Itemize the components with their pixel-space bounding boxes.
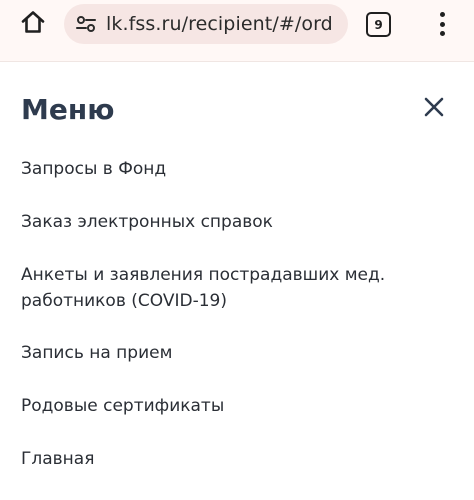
close-icon [423, 96, 445, 122]
menu-title: Меню [21, 93, 115, 126]
menu-item-certificates-order[interactable]: Заказ электронных справок [21, 209, 421, 235]
tune-icon[interactable] [74, 12, 98, 36]
menu-item-birth-certificates[interactable]: Родовые сертификаты [21, 393, 421, 419]
browser-toolbar: lk.fss.ru/recipient/#/ord 9 [0, 0, 474, 62]
more-vert-icon-dot [439, 21, 445, 27]
more-menu-button[interactable] [430, 10, 454, 38]
menu-item-covid-forms[interactable]: Анкеты и заявления пострадавших мед. раб… [21, 262, 421, 314]
url-text[interactable]: lk.fss.ru/recipient/#/ord [106, 13, 333, 35]
tab-count: 9 [374, 17, 383, 32]
menu-item-requests[interactable]: Запросы в Фонд [21, 156, 421, 182]
more-vert-icon-dot [439, 12, 445, 17]
address-bar[interactable]: lk.fss.ru/recipient/#/ord [64, 4, 348, 44]
home-icon [20, 9, 46, 39]
home-button[interactable] [18, 9, 48, 39]
close-menu-button[interactable] [421, 96, 447, 122]
menu-item-home[interactable]: Главная [21, 446, 421, 472]
tabs-button[interactable]: 9 [366, 12, 391, 37]
menu-item-appointment[interactable]: Запись на прием [21, 340, 421, 366]
more-vert-icon-dot [439, 31, 445, 36]
